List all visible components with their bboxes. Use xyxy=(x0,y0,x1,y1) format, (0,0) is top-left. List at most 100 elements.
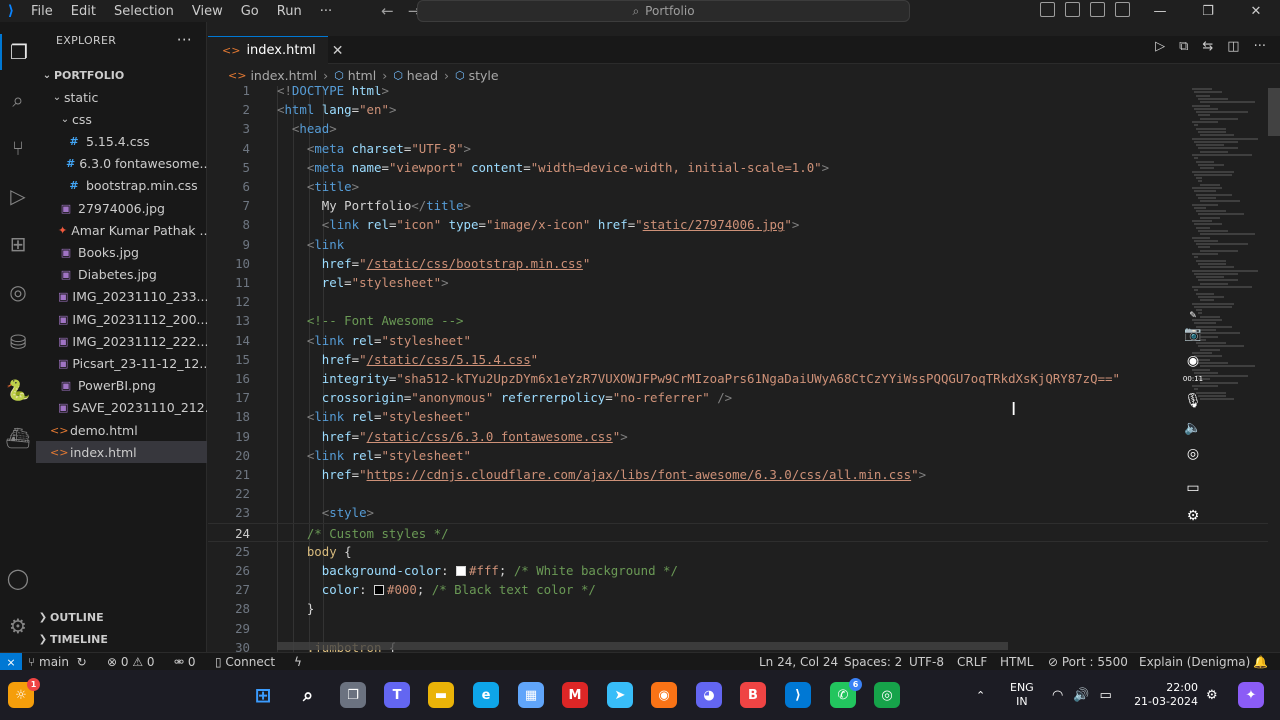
file-item[interactable]: # bootstrap.min.css xyxy=(36,175,207,197)
account-icon[interactable]: ◯ xyxy=(0,560,36,596)
code-line[interactable]: 28 } xyxy=(208,599,1268,618)
source-control-icon[interactable]: ⑂ xyxy=(0,130,36,166)
code-line[interactable]: 24 /* Custom styles */ xyxy=(208,522,1268,542)
file-item[interactable]: ▣ IMG_20231112_200... xyxy=(36,308,207,330)
chrome-icon[interactable]: ◎ xyxy=(874,682,900,708)
explorer-more-icon[interactable]: ··· xyxy=(177,31,192,49)
weather-widget-icon[interactable]: ☼ 1 xyxy=(8,678,40,708)
code-line[interactable]: 6 <title> xyxy=(208,177,1268,196)
encoding[interactable]: UTF-8 xyxy=(909,653,944,671)
menu-run[interactable]: Run xyxy=(268,4,311,19)
notification-icon[interactable]: ⚙ xyxy=(1206,670,1218,720)
restore-icon[interactable]: ❐ xyxy=(1184,0,1232,22)
extensions-icon[interactable]: ⊞ xyxy=(0,226,36,262)
window-icon[interactable]: ▭ xyxy=(1183,478,1203,498)
live-server-port[interactable]: ⊘ Port : 5500 xyxy=(1048,653,1128,671)
run-debug-icon[interactable]: ▷ xyxy=(0,178,36,214)
firefox-icon[interactable]: ◉ xyxy=(651,682,677,708)
vertical-scrollbar[interactable] xyxy=(1268,86,1280,652)
horizontal-scrollbar-thumb[interactable] xyxy=(277,642,1008,650)
vscode-taskbar-icon[interactable]: ⟩ xyxy=(785,682,811,708)
windows-start-icon[interactable]: ⊞ xyxy=(250,682,276,708)
open-preview-icon[interactable]: ⧉ xyxy=(1179,39,1188,54)
code-line[interactable]: 3 <head> xyxy=(208,119,1268,138)
close-tab-icon[interactable]: ✕ xyxy=(332,43,344,59)
connect-button[interactable]: ▯ Connect xyxy=(215,653,275,671)
record-icon[interactable]: ◉ xyxy=(1183,351,1203,371)
file-item[interactable]: ▣ 27974006.jpg xyxy=(36,197,207,219)
code-line[interactable]: 17 crossorigin="anonymous" referrerpolic… xyxy=(208,388,1268,407)
code-line[interactable]: 26 background-color: #fff; /* White back… xyxy=(208,561,1268,580)
file-item[interactable]: ▣ Picsart_23-11-12_12... xyxy=(36,352,207,374)
toggle-primary-sidebar-icon[interactable] xyxy=(1040,2,1055,17)
language-mode[interactable]: HTML xyxy=(1000,653,1033,671)
language-indicator[interactable]: ENG IN xyxy=(1010,670,1034,720)
store-icon[interactable]: ▦ xyxy=(518,682,544,708)
folder-item[interactable]: ⌄ css xyxy=(36,108,207,130)
database-icon[interactable]: ⛁ xyxy=(0,324,36,360)
file-item[interactable]: ▣ IMG_20231112_222... xyxy=(36,330,207,352)
code-line[interactable]: 8 <link rel="icon" type="image/x-icon" h… xyxy=(208,215,1268,234)
code-line[interactable]: 29 xyxy=(208,619,1268,638)
code-editor[interactable]: 1 <!DOCTYPE html> 2 <html lang="en"> 3 <head… xyxy=(208,86,1268,652)
code-line[interactable]: 1 <!DOCTYPE html> xyxy=(208,86,1268,100)
back-arrow-icon[interactable]: ← xyxy=(381,2,394,20)
file-item[interactable]: ▣ PowerBI.png xyxy=(36,375,207,397)
command-center-search[interactable]: ⌕ Portfolio xyxy=(417,0,910,22)
file-item[interactable]: ▣ SAVE_20231110_212... xyxy=(36,397,207,419)
clock[interactable]: 22:00 21-03-2024 xyxy=(1134,670,1198,720)
ports-indicator[interactable]: ⚮ 0 xyxy=(174,653,196,671)
timeline-section[interactable]: ❯ TIMELINE xyxy=(36,628,207,650)
more-actions-icon[interactable]: ··· xyxy=(1254,39,1266,54)
outline-section[interactable]: ❯ OUTLINE xyxy=(36,606,207,628)
breadcrumb-head[interactable]: head xyxy=(407,68,438,83)
explain-denigma[interactable]: Explain (Denigma) xyxy=(1139,653,1250,671)
code-line[interactable]: 4 <meta charset="UTF-8"> xyxy=(208,139,1268,158)
code-line[interactable]: 27 color: #000; /* Black text color */ xyxy=(208,580,1268,599)
menu-view[interactable]: View xyxy=(183,4,232,19)
file-item[interactable]: <> demo.html xyxy=(36,419,207,441)
code-line[interactable]: 18 <link rel="stylesheet" xyxy=(208,407,1268,426)
docker-icon[interactable]: ⛴ xyxy=(0,420,36,456)
code-line[interactable]: 5 <meta name="viewport" content="width=d… xyxy=(208,158,1268,177)
menu-selection[interactable]: Selection xyxy=(105,4,183,19)
discord-icon[interactable]: ◕ xyxy=(696,682,722,708)
code-line[interactable]: 19 href="/static/css/6.3.0 fontawesome.c… xyxy=(208,427,1268,446)
settings-gear-icon[interactable]: ⚙ xyxy=(0,608,36,644)
folder-item[interactable]: ⌄ static xyxy=(36,86,207,108)
remote-indicator[interactable]: ⨯ xyxy=(0,653,22,671)
file-item[interactable]: ▣ Books.jpg xyxy=(36,241,207,263)
workspace-root[interactable]: ⌄ PORTFOLIO xyxy=(36,64,207,86)
code-line[interactable]: 7 My Portfolio</title> xyxy=(208,196,1268,215)
copilot-icon[interactable]: ✦ xyxy=(1238,682,1264,708)
indentation[interactable]: Spaces: 2 xyxy=(844,653,902,671)
file-item[interactable]: ▣ IMG_20231110_233... xyxy=(36,286,207,308)
vertical-scrollbar-thumb[interactable] xyxy=(1268,88,1280,136)
code-line[interactable]: 21 href="https://cdnjs.cloudflare.com/aj… xyxy=(208,465,1268,484)
line-ending[interactable]: CRLF xyxy=(957,653,987,671)
file-item[interactable]: #6.3.0 fontawesome.... xyxy=(36,153,207,175)
microphone-icon[interactable]: 🎙 xyxy=(1183,391,1203,411)
toggle-panel-icon[interactable] xyxy=(1065,2,1080,17)
breadcrumb-html[interactable]: html xyxy=(348,68,376,83)
file-item[interactable]: #5.15.4.css xyxy=(36,130,207,152)
whatsapp-icon[interactable]: ✆ 6 xyxy=(830,678,862,708)
pin-icon[interactable]: ✎ xyxy=(1183,306,1203,326)
menu-more[interactable]: ··· xyxy=(311,4,341,19)
brave-icon[interactable]: B xyxy=(740,682,766,708)
settings-gear-icon[interactable]: ⚙ xyxy=(1183,506,1203,526)
edge-icon[interactable]: e xyxy=(473,682,499,708)
tab-index-html[interactable]: <> index.html ✕ xyxy=(208,36,343,64)
file-item[interactable]: <> index.html xyxy=(36,441,207,464)
search-view-icon[interactable]: ⌕ xyxy=(0,82,36,118)
code-line[interactable]: 23 <style> xyxy=(208,503,1268,522)
file-explorer-icon[interactable]: ▬ xyxy=(428,682,454,708)
breadcrumb-file[interactable]: index.html xyxy=(250,68,317,83)
taskbar-search-icon[interactable]: ⌕ xyxy=(295,682,321,708)
code-line[interactable]: 25 body { xyxy=(208,542,1268,561)
code-line[interactable]: 12 xyxy=(208,292,1268,311)
code-line[interactable]: 22 xyxy=(208,484,1268,503)
minimize-icon[interactable]: — xyxy=(1136,0,1184,22)
telegram-icon[interactable]: ➤ xyxy=(607,682,633,708)
breadcrumb-style[interactable]: style xyxy=(469,68,499,83)
